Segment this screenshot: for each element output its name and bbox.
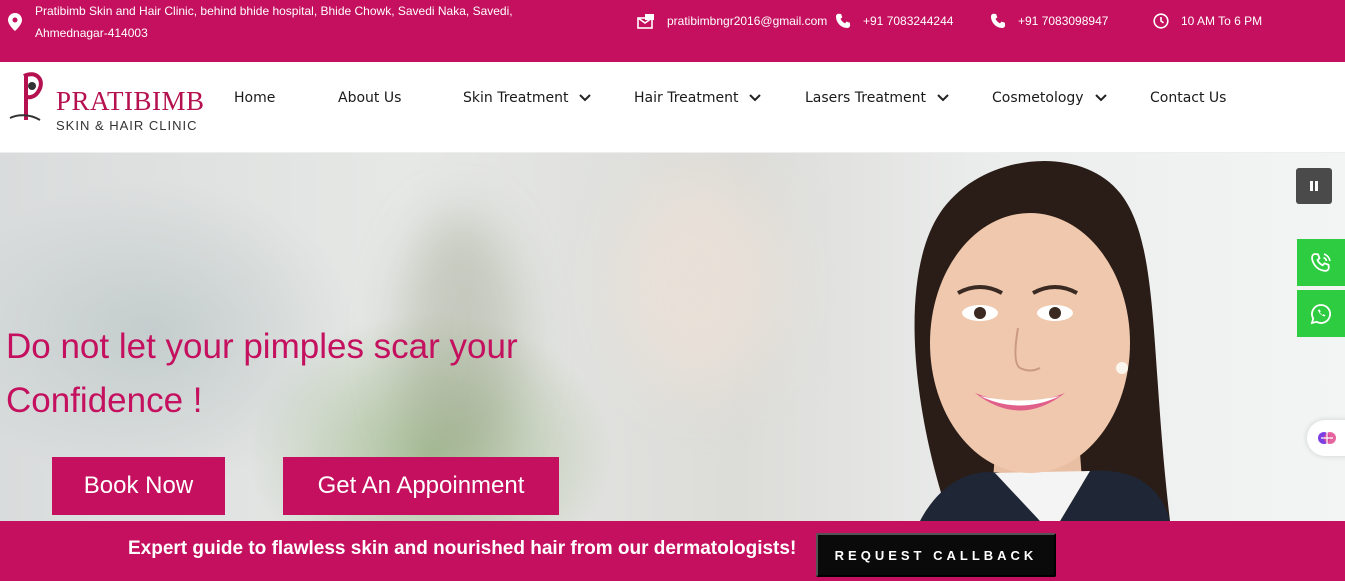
whatsapp-float-button[interactable] [1297,290,1345,337]
hours-info: 10 AM To 6 PM [1153,10,1262,32]
hero-slider: Do not let your pimples scar your Confid… [0,153,1345,521]
bottom-callout-bar: Expert guide to flawless skin and nouris… [0,521,1345,581]
phone-icon [836,13,851,28]
main-navigation: PRATIBIMB SKIN & HAIR CLINIC Home About … [0,62,1345,153]
chevron-down-icon[interactable] [936,93,950,103]
hero-headline: Do not let your pimples scar your Confid… [6,320,606,428]
nav-lasers-label[interactable]: Lasers Treatment [805,90,926,106]
email-text[interactable]: pratibimbngr2016@gmail.com [667,14,827,28]
nav-cosmetology-label[interactable]: Cosmetology [992,90,1084,106]
nav-home-label[interactable]: Home [234,90,275,106]
pause-icon [1310,181,1318,191]
nav-cosmetology[interactable]: Cosmetology [992,90,1108,106]
chevron-down-icon[interactable] [578,93,592,103]
nav-hair-treatment[interactable]: Hair Treatment [634,90,762,106]
nav-about[interactable]: About Us [338,90,401,106]
top-info-bar: Pratibimb Skin and Hair Clinic, behind b… [0,0,1345,62]
nav-skin-treatment[interactable]: Skin Treatment [463,90,592,106]
phone1-contact[interactable]: +91 7083244244 [835,10,953,32]
location-pin-icon [8,13,22,31]
hero-headline-line1: Do not let your pimples scar your [6,327,518,366]
hero-model-image [914,160,1170,521]
nav-home[interactable]: Home [234,90,275,106]
clock-icon [1153,13,1169,29]
email-contact[interactable]: pratibimbngr2016@gmail.com [637,10,827,32]
nav-contact-label[interactable]: Contact Us [1150,90,1226,106]
call-float-button[interactable] [1297,239,1345,286]
get-appointment-button[interactable]: Get An Appoinment [283,457,559,515]
slider-pause-button[interactable] [1296,168,1332,204]
email-icon [637,14,654,29]
logo-tagline: SKIN & HAIR CLINIC [56,118,198,133]
hours-text: 10 AM To 6 PM [1181,14,1263,28]
phone2-contact[interactable]: +91 7083098947 [990,10,1108,32]
accessibility-icon [1318,432,1336,444]
phone2-text[interactable]: +91 7083098947 [1018,14,1108,28]
accessibility-widget-button[interactable] [1307,420,1345,456]
logo-brand: PRATIBIMB [56,86,205,116]
phone-icon [991,13,1006,28]
nav-about-label[interactable]: About Us [338,90,401,106]
phone-ringing-icon [1311,252,1331,272]
hero-background-blur [620,173,780,393]
hero-headline-line2: Confidence ! [6,381,203,420]
request-callback-button[interactable]: REQUEST CALLBACK [816,533,1056,577]
nav-contact[interactable]: Contact Us [1150,90,1226,106]
nav-hair-label[interactable]: Hair Treatment [634,90,738,106]
nav-skin-label[interactable]: Skin Treatment [463,90,568,106]
address-block: Pratibimb Skin and Hair Clinic, behind b… [8,0,555,44]
whatsapp-icon [1310,303,1331,324]
book-now-button[interactable]: Book Now [52,457,225,515]
logo-mark-icon [9,72,43,121]
callout-message: Expert guide to flawless skin and nouris… [128,538,797,559]
nav-lasers-treatment[interactable]: Lasers Treatment [805,90,950,106]
chevron-down-icon[interactable] [748,93,762,103]
clinic-address: Pratibimb Skin and Hair Clinic, behind b… [35,4,513,40]
phone1-text[interactable]: +91 7083244244 [863,14,953,28]
chevron-down-icon[interactable] [1094,93,1108,103]
clinic-logo[interactable]: PRATIBIMB SKIN & HAIR CLINIC [6,68,206,138]
